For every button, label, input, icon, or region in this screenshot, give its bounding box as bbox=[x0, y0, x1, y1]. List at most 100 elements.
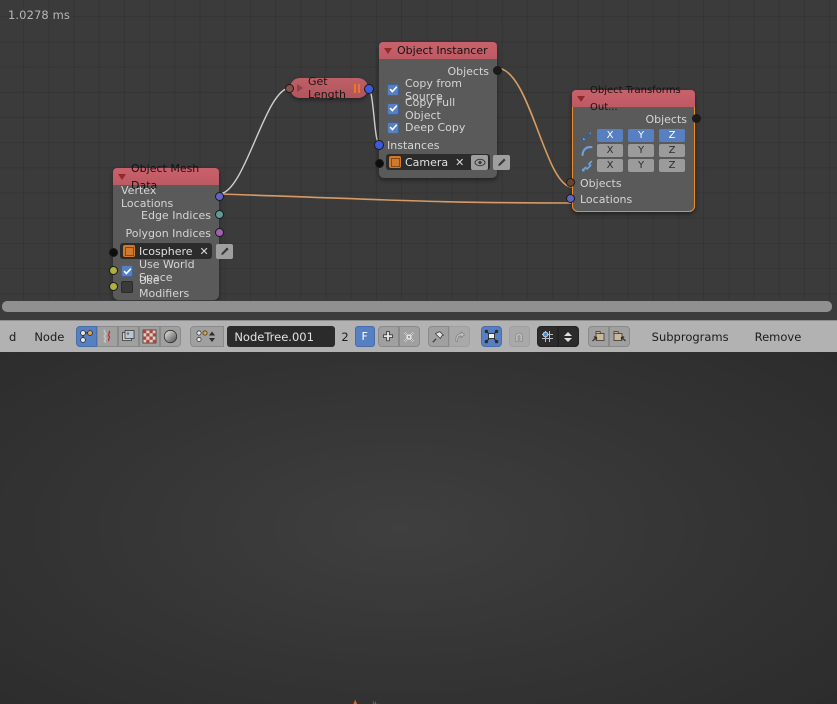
eyedropper-icon[interactable] bbox=[215, 243, 233, 259]
use-nodes-icon[interactable] bbox=[480, 326, 502, 347]
output-row-edge-indices: Edge Indices bbox=[113, 206, 224, 224]
socket-objects-input[interactable] bbox=[566, 178, 575, 187]
pin-group[interactable] bbox=[427, 326, 470, 347]
material-sphere-icon[interactable] bbox=[160, 326, 182, 347]
node-object-transforms-output[interactable]: Object Transforms Out... Objects X Y Z X… bbox=[566, 85, 701, 212]
group-extract-icon[interactable] bbox=[608, 326, 630, 347]
checker-texture-icon[interactable] bbox=[139, 326, 161, 347]
rotate-icon bbox=[580, 144, 594, 158]
transform-row-scale[interactable]: X Y Z bbox=[572, 158, 695, 173]
go-to-parent-icon[interactable] bbox=[448, 326, 470, 347]
collapsed-sockets-indicator bbox=[354, 83, 360, 93]
output-label: Polygon Indices bbox=[125, 226, 211, 240]
eye-visibility-icon[interactable] bbox=[471, 154, 489, 170]
socket-source-object[interactable] bbox=[375, 159, 384, 168]
nodetree-datablock-selector[interactable] bbox=[190, 326, 225, 347]
location-y-toggle[interactable]: Y bbox=[628, 129, 654, 142]
subprograms-menu[interactable]: Subprograms bbox=[643, 330, 738, 344]
expand-triangle-icon[interactable] bbox=[297, 84, 303, 92]
node-editor-hscroll-thumb[interactable] bbox=[2, 301, 832, 312]
node-menu[interactable]: Node bbox=[25, 330, 73, 344]
node-object-instancer[interactable]: Object Instancer Objects Copy from Sourc… bbox=[374, 42, 511, 178]
object-icon bbox=[123, 245, 135, 257]
collapse-triangle-icon[interactable] bbox=[118, 174, 126, 180]
checkbox-label: Deep Copy bbox=[405, 121, 466, 134]
object-name-value: Icosphere bbox=[139, 244, 193, 258]
location-z-toggle[interactable]: Z bbox=[659, 129, 685, 142]
group-edit-group[interactable] bbox=[587, 326, 630, 347]
nodetree-users-count[interactable]: 2 bbox=[335, 326, 354, 347]
editor-type-menu[interactable]: d bbox=[0, 330, 25, 344]
group-insert-icon[interactable] bbox=[587, 326, 609, 347]
socket-polygon-indices[interactable] bbox=[215, 228, 224, 237]
rotation-z-toggle[interactable]: Z bbox=[659, 144, 685, 157]
viewport-scene: Z x y bbox=[348, 699, 385, 704]
remove-menu[interactable]: Remove bbox=[746, 330, 811, 344]
socket-get-length-input[interactable] bbox=[285, 83, 294, 93]
checkbox-copy-full-object[interactable] bbox=[387, 102, 399, 115]
nodetree-name-field[interactable]: NodeTree.001 bbox=[227, 326, 336, 347]
checkbox-deep-copy[interactable] bbox=[387, 121, 399, 134]
transform-row-rotation[interactable]: X Y Z bbox=[572, 143, 695, 158]
instance-object-field[interactable]: Camera ✕ bbox=[386, 154, 511, 170]
socket-instances[interactable] bbox=[374, 140, 384, 150]
socket-objects-output[interactable] bbox=[493, 66, 502, 75]
checkbox-use-world-space[interactable] bbox=[121, 265, 133, 277]
collapse-triangle-icon[interactable] bbox=[384, 48, 392, 54]
scale-y-toggle[interactable]: Y bbox=[628, 159, 654, 172]
object-name-value: Camera bbox=[405, 155, 449, 169]
unlink-datablock-icon[interactable] bbox=[398, 326, 420, 347]
use-nodes-group[interactable] bbox=[480, 326, 502, 347]
object-icon bbox=[389, 156, 401, 168]
snap-group[interactable] bbox=[508, 326, 530, 347]
transform-row-location[interactable]: X Y Z bbox=[572, 128, 695, 143]
object-name-field[interactable]: Icosphere ✕ bbox=[120, 243, 233, 259]
shader-nodes-icon[interactable] bbox=[76, 326, 98, 347]
snap-element-dropdown-icon[interactable] bbox=[557, 326, 579, 347]
scale-x-toggle[interactable]: X bbox=[597, 159, 623, 172]
location-x-toggle[interactable]: X bbox=[597, 129, 623, 142]
node-header-object-transforms-output[interactable]: Object Transforms Out... bbox=[572, 85, 695, 113]
move-icon bbox=[580, 129, 594, 143]
3d-viewport[interactable]: Z x y bbox=[0, 352, 837, 704]
input-label: Locations bbox=[580, 192, 633, 206]
datablock-actions-group[interactable] bbox=[377, 326, 420, 347]
snap-element-icon[interactable] bbox=[536, 326, 558, 347]
socket-objects-output[interactable] bbox=[692, 114, 701, 123]
rotation-y-toggle[interactable]: Y bbox=[628, 144, 654, 157]
new-datablock-icon[interactable] bbox=[377, 326, 399, 347]
snap-element-group[interactable] bbox=[536, 326, 579, 347]
node-editor-area[interactable]: 1.0278 ms Object Mesh Data Vertex Locati… bbox=[0, 0, 837, 300]
checkbox-copy-from-source[interactable] bbox=[387, 83, 399, 96]
node-editor-header[interactable]: d Node NodeTree.001 2 F Subprograms Remo… bbox=[0, 320, 837, 352]
scale-z-toggle[interactable]: Z bbox=[659, 159, 685, 172]
node-header-object-mesh-data[interactable]: Object Mesh Data bbox=[113, 162, 219, 192]
tree-type-button-group[interactable] bbox=[76, 326, 182, 347]
socket-edge-indices[interactable] bbox=[215, 210, 224, 219]
render-time-label: 1.0278 ms bbox=[8, 8, 70, 22]
socket-locations-input[interactable] bbox=[566, 194, 575, 203]
node-object-mesh-data[interactable]: Object Mesh Data Vertex Locations Edge I… bbox=[109, 162, 233, 300]
socket-vertex-locations[interactable] bbox=[215, 192, 224, 201]
checkbox-row-copy-full-object[interactable]: Copy Full Object bbox=[379, 96, 497, 122]
pin-icon[interactable] bbox=[427, 326, 449, 347]
eyedropper-icon[interactable] bbox=[493, 154, 511, 170]
checkbox-use-modifiers[interactable] bbox=[121, 281, 133, 293]
clear-object-button[interactable]: ✕ bbox=[452, 156, 467, 169]
nodetree-browse-icon[interactable] bbox=[190, 326, 225, 347]
checkbox-row-use-modifiers[interactable]: Use Modifiers bbox=[113, 274, 219, 300]
socket-object-input[interactable] bbox=[109, 248, 118, 257]
node-get-length[interactable]: Get Length bbox=[285, 75, 374, 101]
clear-object-button[interactable]: ✕ bbox=[197, 245, 212, 258]
node-header-object-instancer[interactable]: Object Instancer bbox=[379, 42, 497, 59]
fake-user-button[interactable]: F bbox=[354, 326, 375, 347]
rotation-x-toggle[interactable]: X bbox=[597, 144, 623, 157]
collapse-triangle-icon[interactable] bbox=[577, 96, 585, 102]
snap-magnet-icon[interactable] bbox=[508, 326, 530, 347]
spinner-arrows-icon bbox=[564, 331, 573, 342]
compositor-nodes-icon[interactable] bbox=[97, 326, 119, 347]
socket-get-length-output[interactable] bbox=[364, 83, 374, 94]
input-row-objects: Objects bbox=[566, 175, 695, 191]
checkbox-row-deep-copy[interactable]: Deep Copy bbox=[379, 118, 497, 137]
texture-nodes-icon[interactable] bbox=[118, 326, 140, 347]
